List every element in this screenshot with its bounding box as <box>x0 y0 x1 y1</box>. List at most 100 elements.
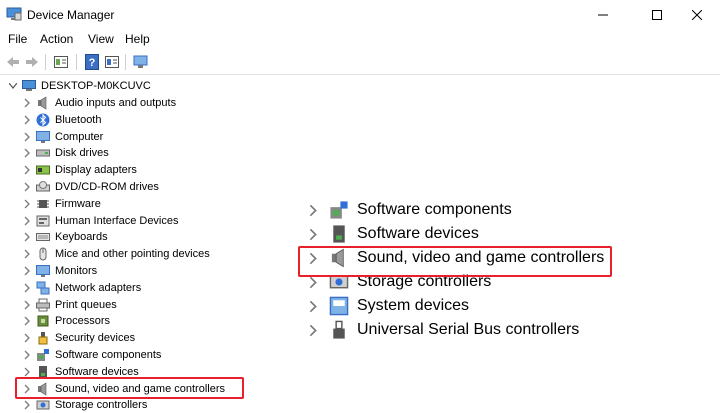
zoom-item[interactable]: Universal Serial Bus controllers <box>307 318 579 342</box>
computer-icon <box>22 79 36 93</box>
minimize-button[interactable] <box>580 0 626 30</box>
chevron-right-icon[interactable] <box>22 95 32 111</box>
tree-item[interactable]: Computer <box>22 129 103 145</box>
zoom-item-label: Universal Serial Bus controllers <box>357 321 580 338</box>
highlight-box <box>298 246 612 277</box>
chevron-right-icon[interactable] <box>307 294 319 318</box>
device-manager-icon <box>6 7 22 21</box>
system-device-icon <box>329 296 349 316</box>
chevron-right-icon[interactable] <box>22 145 32 161</box>
menu-file[interactable]: File <box>8 32 27 46</box>
tree-item[interactable]: Processors <box>22 313 110 329</box>
tree-item[interactable]: Firmware <box>22 196 101 212</box>
tree-item[interactable]: DVD/CD-ROM drives <box>22 179 159 195</box>
tree-item[interactable]: Mice and other pointing devices <box>22 246 210 262</box>
chevron-down-icon[interactable] <box>8 78 18 94</box>
tree-item-label: Audio inputs and outputs <box>55 97 177 109</box>
menu-action[interactable]: Action <box>40 32 73 46</box>
chevron-right-icon[interactable] <box>22 330 32 346</box>
scan-hardware-button[interactable] <box>132 53 149 70</box>
tree-item[interactable]: Print queues <box>22 297 117 313</box>
software-components-icon <box>36 348 50 362</box>
zoom-item-label: System devices <box>357 297 470 314</box>
highlight-box <box>15 377 244 399</box>
chevron-right-icon[interactable] <box>22 347 32 363</box>
chevron-right-icon[interactable] <box>22 280 32 296</box>
tree-item-label: Security devices <box>55 332 136 345</box>
close-button[interactable] <box>674 0 720 30</box>
chevron-right-icon[interactable] <box>22 213 32 229</box>
chevron-right-icon[interactable] <box>307 222 319 246</box>
storage-controller-icon <box>36 398 50 412</box>
tree-item[interactable]: Display adapters <box>22 162 137 178</box>
tree-item-label: Computer <box>55 130 104 143</box>
tree-item-label: Keyboards <box>55 231 108 244</box>
tree-item[interactable]: Audio inputs and outputs <box>22 95 176 111</box>
zoom-item-label: Software devices <box>357 225 479 242</box>
monitor-icon <box>36 130 50 144</box>
forward-button[interactable] <box>23 53 40 70</box>
software-device-icon <box>329 224 349 244</box>
tree-item-label: Firmware <box>55 197 101 210</box>
tree-item-label: Storage controllers <box>55 399 148 412</box>
chevron-right-icon[interactable] <box>22 313 32 329</box>
chevron-right-icon[interactable] <box>22 246 32 262</box>
menu-view[interactable]: View <box>88 32 114 46</box>
title-bar: Device Manager <box>0 0 720 30</box>
tree-root[interactable]: DESKTOP-M0KCUVC <box>8 78 151 94</box>
chevron-right-icon[interactable] <box>22 297 32 313</box>
tree-item[interactable]: Network adapters <box>22 280 141 296</box>
security-key-icon <box>36 331 50 345</box>
chevron-right-icon[interactable] <box>22 179 32 195</box>
network-icon <box>36 281 50 295</box>
tree-root-label: DESKTOP-M0KCUVC <box>41 80 151 92</box>
properties-button[interactable] <box>52 53 69 70</box>
help-button[interactable]: ? <box>83 53 100 70</box>
toolbar-separator <box>76 54 77 70</box>
details-view-button[interactable] <box>103 53 120 70</box>
tree-item[interactable]: Software components <box>22 347 161 363</box>
tree-item-label: Disk drives <box>55 147 109 160</box>
monitor-scan-icon <box>133 55 147 68</box>
menu-help[interactable]: Help <box>125 32 150 46</box>
zoom-item-label: Software components <box>357 201 512 218</box>
chevron-right-icon[interactable] <box>22 229 32 245</box>
chevron-right-icon[interactable] <box>307 198 319 222</box>
zoom-item[interactable]: System devices <box>307 294 469 318</box>
tree-item[interactable]: Security devices <box>22 330 135 346</box>
tree-item[interactable]: Monitors <box>22 263 97 279</box>
zoom-item[interactable]: Software devices <box>307 222 479 246</box>
properties-icon <box>53 55 68 68</box>
zoom-item[interactable]: Software components <box>307 198 512 222</box>
tree-item-label: Human Interface Devices <box>55 214 179 227</box>
bluetooth-icon <box>36 113 50 127</box>
chevron-right-icon[interactable] <box>22 196 32 212</box>
chevron-right-icon[interactable] <box>22 263 32 279</box>
tree-item[interactable]: Human Interface Devices <box>22 213 179 229</box>
chip-icon <box>36 197 50 211</box>
chevron-right-icon[interactable] <box>22 162 32 178</box>
tree-item[interactable]: Keyboards <box>22 229 108 245</box>
back-arrow-icon <box>6 56 19 67</box>
tree-item-label: Print queues <box>55 298 117 311</box>
disk-drive-icon <box>36 146 50 160</box>
forward-arrow-icon <box>25 56 38 67</box>
close-icon <box>692 10 702 20</box>
keyboard-icon <box>36 230 50 244</box>
speaker-icon <box>36 96 50 110</box>
chevron-right-icon[interactable] <box>22 129 32 145</box>
processor-icon <box>36 314 50 328</box>
tree-item[interactable]: Disk drives <box>22 145 109 161</box>
tree-item[interactable]: Bluetooth <box>22 112 101 128</box>
maximize-icon <box>652 10 662 20</box>
hid-icon <box>36 214 50 228</box>
tree-item-label: DVD/CD-ROM drives <box>55 181 159 193</box>
back-button[interactable] <box>4 53 21 70</box>
chevron-right-icon[interactable] <box>22 112 32 128</box>
mouse-icon <box>36 247 50 261</box>
tree-item-label: Software devices <box>55 365 139 378</box>
dvd-drive-icon <box>36 180 50 194</box>
chevron-right-icon[interactable] <box>307 318 319 342</box>
tree-item-label: Mice and other pointing devices <box>55 248 210 261</box>
details-view-icon <box>104 55 119 68</box>
